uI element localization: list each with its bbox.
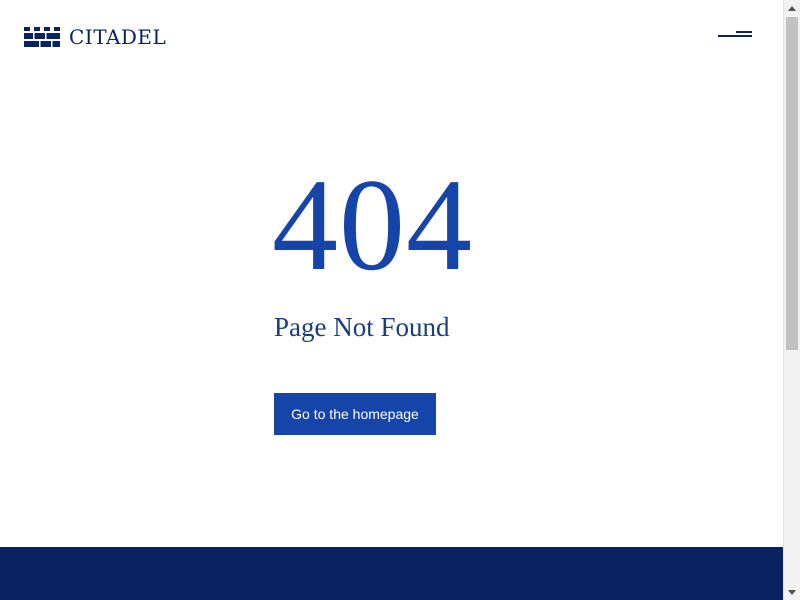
citadel-battlement-logo-icon	[24, 27, 60, 47]
error-code-heading: 404	[272, 151, 473, 298]
menu-line-top	[736, 31, 752, 33]
citadel-logo-link[interactable]: CITADEL	[24, 26, 166, 48]
logo-text: CITADEL	[69, 25, 167, 49]
vertical-scrollbar[interactable]	[783, 0, 800, 600]
go-to-homepage-button[interactable]: Go to the homepage	[274, 393, 436, 435]
page: CITADEL 404 Page Not Found Go to the hom…	[0, 0, 800, 600]
error-title: Page Not Found	[274, 312, 450, 342]
viewport: CITADEL 404 Page Not Found Go to the hom…	[0, 0, 783, 600]
scroll-up-arrow-icon[interactable]	[784, 0, 800, 16]
footer-band	[0, 547, 783, 600]
scroll-down-arrow-icon[interactable]	[784, 584, 800, 600]
hamburger-menu-button[interactable]	[716, 28, 756, 42]
menu-line-bottom	[718, 35, 752, 37]
scrollbar-thumb[interactable]	[786, 17, 798, 350]
